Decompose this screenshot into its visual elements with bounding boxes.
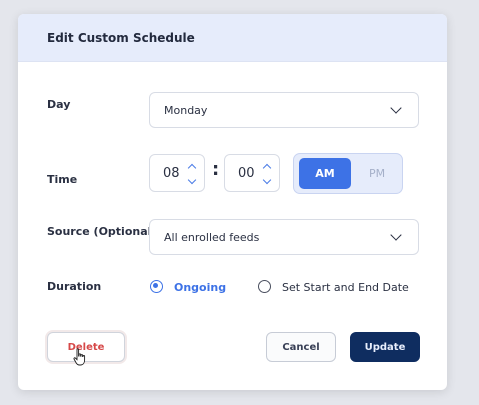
- source-select-value: All enrolled feeds: [164, 230, 260, 244]
- edit-schedule-modal: Edit Custom Schedule Day Monday Time 08 …: [18, 14, 447, 390]
- source-select[interactable]: All enrolled feeds: [149, 219, 419, 255]
- time-label: Time: [47, 173, 78, 186]
- pm-option[interactable]: PM: [356, 158, 398, 189]
- am-pm-toggle: AM PM: [293, 153, 403, 194]
- hand-pointer-cursor-icon: [73, 348, 86, 366]
- source-label: Source (Optional): [47, 225, 157, 238]
- chevron-up-icon[interactable]: [262, 163, 272, 173]
- minute-stepper[interactable]: 00: [224, 154, 280, 192]
- duration-label: Duration: [47, 280, 102, 293]
- am-option[interactable]: AM: [299, 158, 351, 189]
- chevron-down-icon: [390, 229, 402, 241]
- radio-set-dates[interactable]: [258, 280, 271, 293]
- chevron-down-icon[interactable]: [262, 175, 272, 185]
- chevron-up-icon[interactable]: [187, 163, 197, 173]
- time-separator: :: [212, 159, 220, 180]
- day-label: Day: [47, 98, 71, 111]
- update-button[interactable]: Update: [350, 332, 420, 362]
- chevron-down-icon[interactable]: [187, 175, 197, 185]
- day-select[interactable]: Monday: [149, 92, 419, 128]
- radio-set-dates-label[interactable]: Set Start and End Date: [282, 281, 409, 294]
- day-select-value: Monday: [164, 103, 208, 117]
- hour-stepper[interactable]: 08: [149, 154, 205, 192]
- radio-ongoing[interactable]: [150, 280, 163, 293]
- radio-ongoing-label[interactable]: Ongoing: [174, 281, 226, 294]
- minute-value: 00: [238, 166, 255, 181]
- hour-value: 08: [163, 166, 180, 181]
- modal-title: Edit Custom Schedule: [47, 30, 195, 45]
- cancel-button[interactable]: Cancel: [266, 332, 336, 362]
- chevron-down-icon: [390, 102, 402, 114]
- modal-header: Edit Custom Schedule: [18, 14, 447, 62]
